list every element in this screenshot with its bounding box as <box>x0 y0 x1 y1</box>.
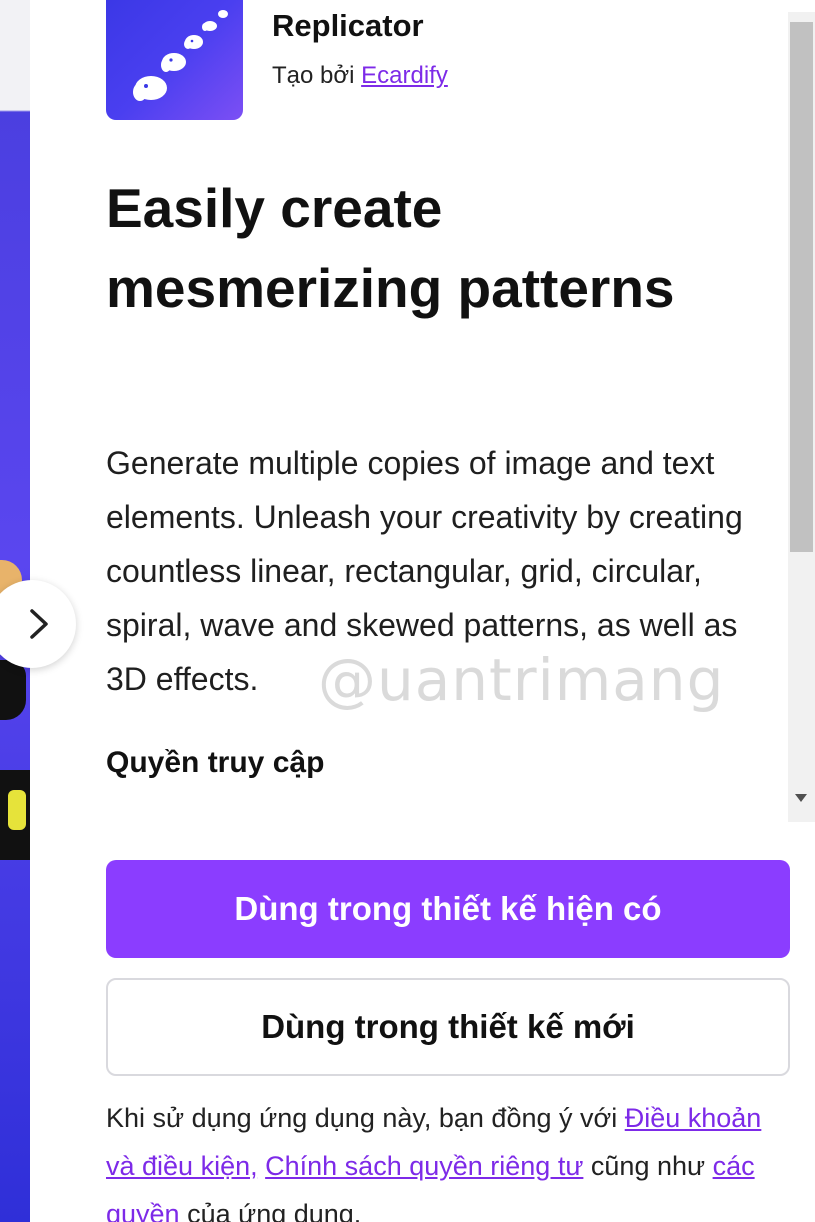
use-in-existing-design-button[interactable]: Dùng trong thiết kế hiện có <box>106 860 790 958</box>
permissions-heading: Quyền truy cập <box>106 746 325 779</box>
elephant-pattern-icon <box>133 10 228 101</box>
use-in-new-design-button[interactable]: Dùng trong thiết kế mới <box>106 978 790 1076</box>
app-developer-line: Tạo bởi Ecardify <box>272 62 448 90</box>
page-title: Easily create mesmerizing patterns <box>106 177 675 319</box>
developer-prefix: Tạo bởi <box>272 62 355 89</box>
terms-prefix: Khi sử dụng ứng dụng này, bạn đồng ý với <box>106 1103 618 1133</box>
scroll-down-button[interactable] <box>793 790 809 806</box>
scrollbar-thumb[interactable] <box>790 22 813 552</box>
canvas-shape <box>0 660 26 720</box>
triangle-down-icon <box>795 794 807 802</box>
canvas-shape <box>0 770 30 860</box>
app-icon <box>106 0 243 120</box>
terms-suffix: của ứng dụng. <box>187 1199 362 1222</box>
app-name: Replicator <box>272 8 424 43</box>
carousel-next-button[interactable] <box>0 580 76 668</box>
app-detail-panel: Replicator Tạo bởi Ecardify Easily creat… <box>0 0 815 1222</box>
privacy-policy-link[interactable]: Chính sách quyền riêng tư <box>265 1151 583 1181</box>
watermark: @uantrimang <box>318 646 725 714</box>
terms-notice: Khi sử dụng ứng dụng này, bạn đồng ý với… <box>106 1094 786 1222</box>
developer-link[interactable]: Ecardify <box>361 62 448 89</box>
terms-middle: cũng như <box>590 1151 706 1181</box>
chevron-right-icon <box>30 609 48 639</box>
